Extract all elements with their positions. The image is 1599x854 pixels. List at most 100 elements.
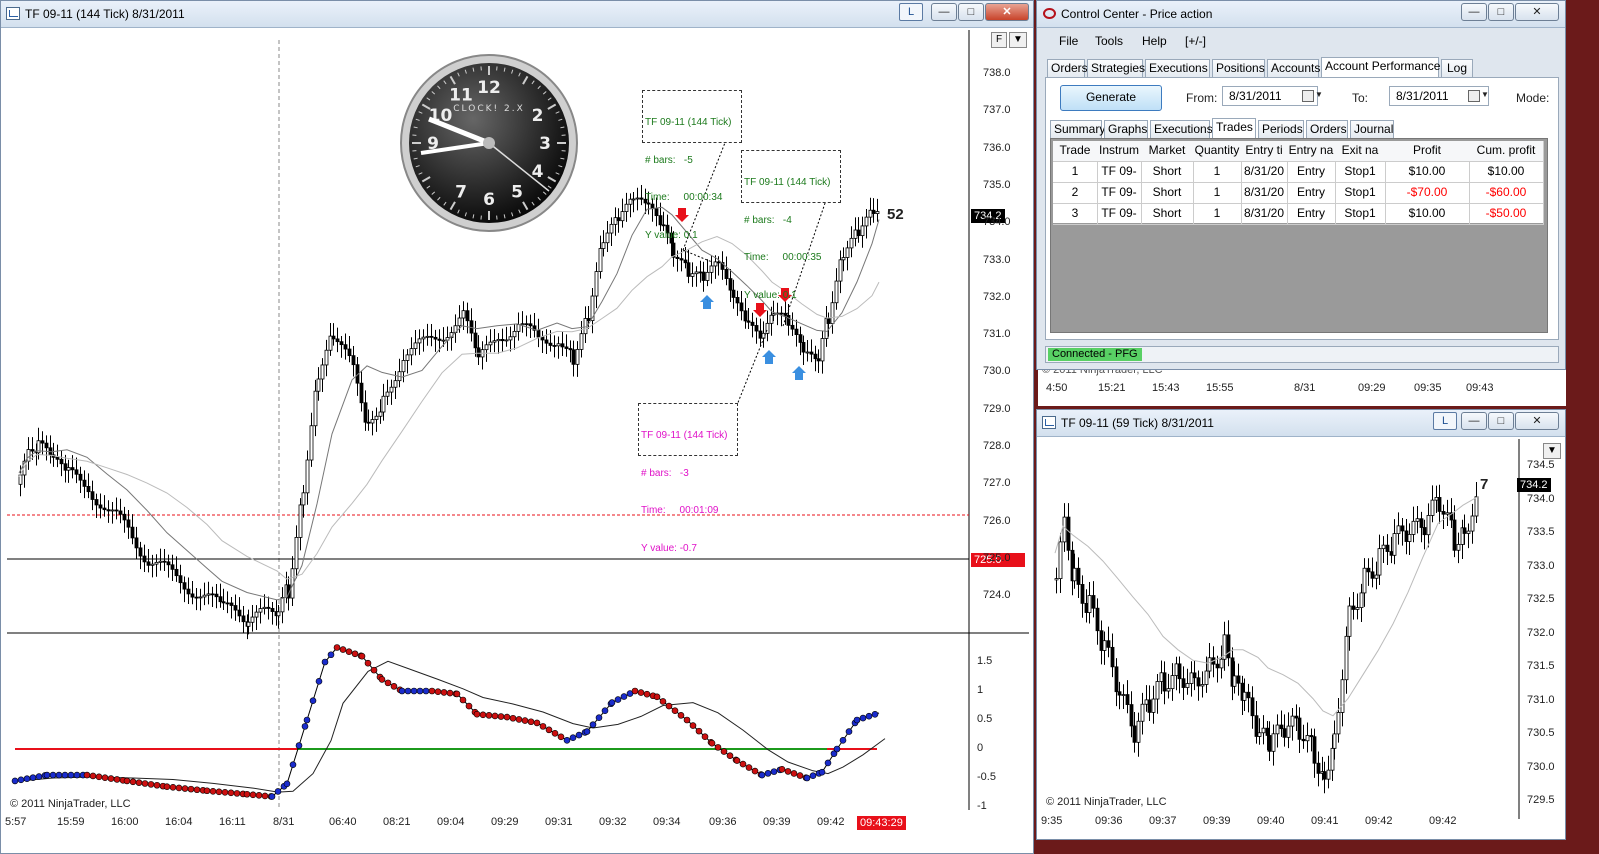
chart-dropdown-button[interactable]: ▼: [1009, 32, 1027, 48]
cc-close-button[interactable]: ✕: [1515, 3, 1559, 21]
cc-minimize-button[interactable]: —: [1461, 3, 1487, 21]
trades-column-header[interactable]: Profit: [1385, 141, 1470, 162]
candle-body: [465, 310, 470, 322]
oscillator-dot: [83, 771, 91, 779]
subtab-executions[interactable]: Executions: [1150, 120, 1213, 138]
second-price-panel[interactable]: [1043, 439, 1561, 837]
generate-button[interactable]: Generate: [1060, 85, 1162, 111]
subtab-summary[interactable]: Summary: [1050, 120, 1105, 138]
candle-body: [1170, 675, 1175, 690]
tab-strategies[interactable]: Strategies: [1087, 59, 1145, 77]
candle-body: [429, 335, 434, 338]
subtab-trades[interactable]: Trades: [1212, 118, 1256, 138]
candle-body: [225, 602, 230, 605]
from-dropdown-icon[interactable]: ▼: [1315, 90, 1323, 99]
trades-cell[interactable]: -$60.00: [1469, 182, 1544, 204]
trades-cell[interactable]: Stop1: [1335, 161, 1386, 183]
trades-column-header[interactable]: Market: [1141, 141, 1194, 162]
to-dropdown-icon[interactable]: ▼: [1481, 90, 1489, 99]
tab-executions[interactable]: Executions: [1145, 59, 1210, 77]
ruler-annotation-2[interactable]: TF 09-11 (144 Tick) # bars: -4 Time: 00:…: [741, 150, 841, 301]
second-link-button[interactable]: L: [1433, 412, 1457, 430]
close-button[interactable]: ✕: [985, 3, 1029, 21]
menu-help[interactable]: Help: [1142, 34, 1167, 48]
ruler-annotation-3[interactable]: TF 09-11 (144 Tick) # bars: -3 Time: 00:…: [638, 403, 738, 554]
candle-body: [864, 216, 869, 227]
second-close-button[interactable]: ✕: [1515, 412, 1559, 430]
trades-cell[interactable]: Stop1: [1335, 182, 1386, 204]
control-center-titlebar[interactable]: Control Center - Price action — □ ✕: [1037, 1, 1565, 28]
candle-body: [1242, 691, 1247, 701]
subtab-graphs[interactable]: Graphs: [1104, 120, 1148, 138]
trades-cell[interactable]: Entry: [1287, 161, 1336, 183]
candle-body: [1121, 694, 1126, 696]
main-chart-titlebar[interactable]: TF 09-11 (144 Tick) 8/31/2011 L — □ ✕: [1, 1, 1033, 28]
menu-file[interactable]: File: [1059, 34, 1078, 48]
subtab-periods[interactable]: Periods: [1258, 120, 1304, 138]
link-button[interactable]: L: [899, 3, 923, 21]
second-chart-dropdown-button[interactable]: ▼: [1543, 443, 1561, 459]
trades-cell[interactable]: $10.00: [1385, 203, 1470, 225]
trades-cell[interactable]: 3: [1053, 203, 1098, 225]
oscillator-dot: [845, 728, 853, 735]
trades-cell[interactable]: TF 09-: [1097, 203, 1142, 225]
trades-cell[interactable]: Short: [1141, 182, 1194, 204]
candle-body: [198, 596, 203, 599]
trades-cell[interactable]: $10.00: [1469, 161, 1544, 183]
trades-column-header[interactable]: Instrum: [1097, 141, 1142, 162]
trades-cell[interactable]: TF 09-: [1097, 182, 1142, 204]
trades-cell[interactable]: Entry: [1287, 182, 1336, 204]
from-calendar-icon[interactable]: [1302, 90, 1314, 102]
trades-column-header[interactable]: Cum. profit: [1469, 141, 1544, 162]
time-tick: 09:31: [545, 816, 573, 828]
trades-cell[interactable]: 8/31/20: [1241, 182, 1288, 204]
tab-account-performance[interactable]: Account Performance: [1321, 57, 1440, 77]
trades-cell[interactable]: 8/31/20: [1241, 203, 1288, 225]
subtab-orders[interactable]: Orders: [1306, 120, 1348, 138]
trades-cell[interactable]: TF 09-: [1097, 161, 1142, 183]
second-chart-window[interactable]: TF 09-11 (59 Tick) 8/31/2011 L — □ ✕ ▼ 7…: [1036, 409, 1566, 840]
trades-cell[interactable]: Stop1: [1335, 203, 1386, 225]
trades-cell[interactable]: Entry: [1287, 203, 1336, 225]
cc-maximize-button[interactable]: □: [1488, 3, 1514, 21]
trades-cell[interactable]: 8/31/20: [1241, 161, 1288, 183]
trades-column-header[interactable]: Trade: [1053, 141, 1098, 162]
control-center-window[interactable]: Control Center - Price action — □ ✕ File…: [1036, 0, 1566, 370]
trades-cell[interactable]: 1: [1193, 203, 1242, 225]
time-tick: 09:04: [437, 816, 465, 828]
menu-tools[interactable]: Tools: [1095, 34, 1123, 48]
trades-column-header[interactable]: Entry na: [1287, 141, 1336, 162]
menu-toggle[interactable]: [+/-]: [1185, 34, 1206, 48]
trades-cell[interactable]: 1: [1193, 182, 1242, 204]
candle-body: [1159, 672, 1164, 682]
candle-body: [1066, 516, 1071, 551]
trades-cell[interactable]: $10.00: [1385, 161, 1470, 183]
second-price-tick: 734.0: [1527, 492, 1555, 505]
main-chart-window[interactable]: TF 09-11 (144 Tick) 8/31/2011 L — □ ✕ F …: [0, 0, 1034, 854]
chart-f-button[interactable]: F: [991, 32, 1007, 48]
trades-cell[interactable]: -$70.00: [1385, 182, 1470, 204]
ruler-annotation-1[interactable]: TF 09-11 (144 Tick) # bars: -5 Time: 00:…: [642, 90, 742, 241]
trades-column-header[interactable]: Exit na: [1335, 141, 1386, 162]
second-chart-titlebar[interactable]: TF 09-11 (59 Tick) 8/31/2011 L — □ ✕: [1037, 410, 1565, 437]
trades-cell[interactable]: 2: [1053, 182, 1098, 204]
trades-column-header[interactable]: Quantity: [1193, 141, 1242, 162]
tab-accounts[interactable]: Accounts: [1267, 59, 1320, 77]
trades-cell[interactable]: Short: [1141, 203, 1194, 225]
trades-column-header[interactable]: Entry ti: [1241, 141, 1288, 162]
minimize-button[interactable]: —: [931, 3, 957, 21]
second-maximize-button[interactable]: □: [1488, 412, 1514, 430]
tab-log[interactable]: Log: [1441, 59, 1473, 77]
trades-cell[interactable]: Short: [1141, 161, 1194, 183]
trades-cell[interactable]: 1: [1053, 161, 1098, 183]
maximize-button[interactable]: □: [958, 3, 984, 21]
tab-positions[interactable]: Positions: [1212, 59, 1265, 77]
subtab-journal[interactable]: Journal: [1350, 120, 1394, 138]
second-minimize-button[interactable]: —: [1461, 412, 1487, 430]
annotation-2-title: TF 09-11 (144 Tick): [744, 177, 831, 188]
trades-cell[interactable]: -$50.00: [1469, 203, 1544, 225]
candle-body: [343, 344, 348, 350]
tab-orders[interactable]: Orders: [1047, 59, 1088, 77]
trades-cell[interactable]: 1: [1193, 161, 1242, 183]
to-calendar-icon[interactable]: [1468, 90, 1480, 102]
